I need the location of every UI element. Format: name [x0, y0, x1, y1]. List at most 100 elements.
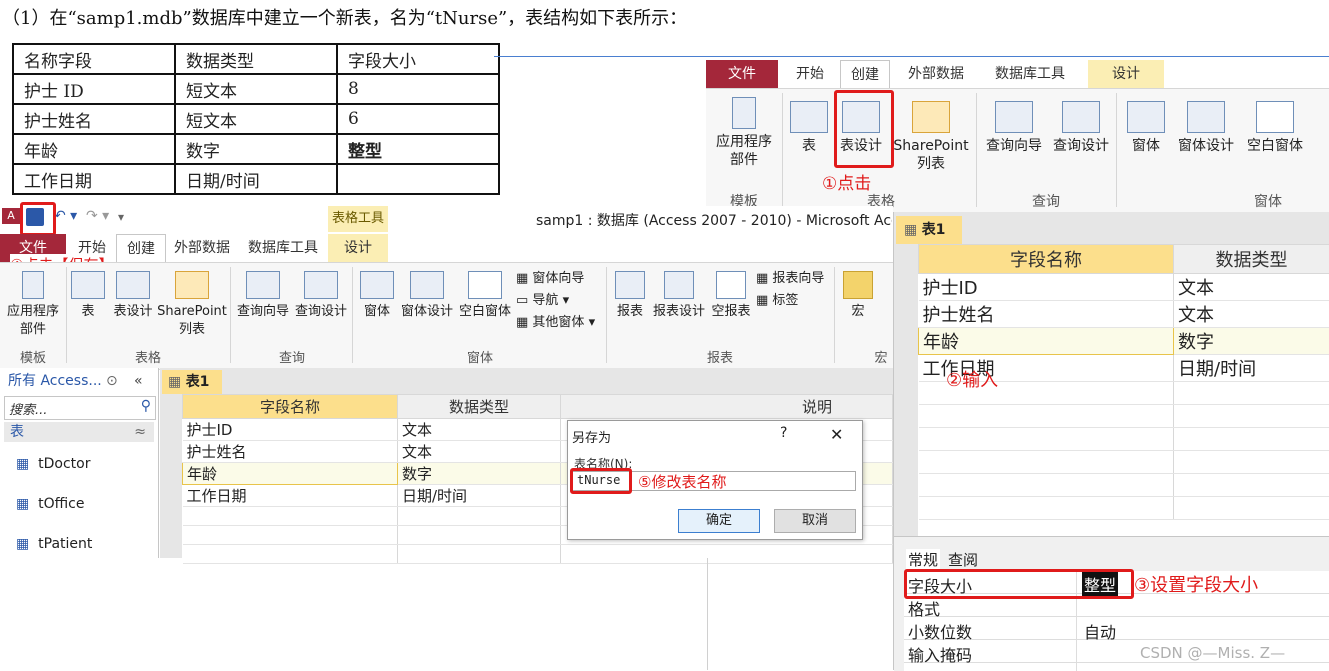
nav-section-tables[interactable]: 表 ≈	[4, 422, 154, 442]
table-row[interactable]	[919, 405, 1329, 428]
table-row[interactable]	[919, 451, 1329, 474]
table-row[interactable]: 年龄数字	[919, 328, 1329, 355]
field-name-cell[interactable]: 工作日期	[183, 485, 398, 507]
report-wizard-button[interactable]: ▦ 报表向导	[756, 267, 824, 286]
data-type-cell[interactable]	[1174, 451, 1329, 474]
collapse-section-icon[interactable]: ≈	[134, 422, 146, 442]
table-row[interactable]: 护士姓名文本	[919, 301, 1329, 328]
redo-icon[interactable]: ↷ ▾	[86, 208, 109, 224]
other-forms-button[interactable]: ▦ 其他窗体 ▾	[516, 311, 595, 330]
nav-search-box[interactable]: 搜索... ⚲	[4, 396, 156, 420]
table-row[interactable]	[183, 545, 893, 564]
tab-external-data[interactable]: 外部数据	[898, 60, 974, 88]
table-row[interactable]	[919, 474, 1329, 497]
field-name-cell[interactable]	[919, 428, 1174, 451]
search-icon[interactable]: ⚲	[141, 398, 151, 414]
field-name-cell[interactable]	[183, 545, 398, 564]
property-row[interactable]: 小数位数 自动	[904, 617, 1329, 640]
form-design-button[interactable]: 窗体设计	[1174, 101, 1238, 155]
description-cell[interactable]	[561, 545, 893, 564]
data-type-cell[interactable]: 日期/时间	[1174, 355, 1329, 382]
field-name-cell[interactable]	[919, 451, 1174, 474]
data-type-cell[interactable]	[1174, 382, 1329, 405]
undo-icon[interactable]: ↶ ▾	[54, 208, 77, 224]
data-type-cell[interactable]	[1174, 474, 1329, 497]
nav-item-tdoctor[interactable]: ▦ tDoctor	[16, 456, 90, 472]
table-button[interactable]: 表	[788, 101, 830, 155]
blank-form-button[interactable]: 空白窗体	[456, 271, 514, 321]
field-name-cell[interactable]	[183, 526, 398, 545]
blank-report-button[interactable]: 空报表	[708, 271, 754, 321]
data-type-cell[interactable]	[1174, 497, 1329, 520]
help-icon[interactable]: ?	[780, 425, 787, 441]
tab-file[interactable]: 文件	[706, 60, 778, 88]
field-name-cell[interactable]: 年龄	[919, 328, 1174, 355]
nav-pane-header[interactable]: 所有 Access... ⊙ «	[0, 368, 158, 394]
tab-lookup[interactable]: 查阅	[948, 549, 978, 570]
field-name-cell[interactable]	[919, 474, 1174, 497]
field-name-cell[interactable]: 年龄	[183, 463, 398, 485]
sharepoint-list-button[interactable]: SharePoint 列表	[888, 101, 974, 173]
field-name-cell[interactable]: 护士姓名	[183, 441, 398, 463]
form-design-button[interactable]: 窗体设计	[398, 271, 456, 321]
ok-button[interactable]: 确定	[678, 509, 760, 533]
field-name-cell[interactable]	[183, 507, 398, 526]
data-type-cell[interactable]	[1174, 428, 1329, 451]
tab-database-tools[interactable]: 数据库工具	[985, 60, 1075, 88]
query-design-button[interactable]: 查询设计	[292, 271, 350, 321]
data-type-cell[interactable]: 日期/时间	[398, 485, 561, 507]
query-wizard-button[interactable]: 查询向导	[982, 101, 1046, 155]
tab-create[interactable]: 创建	[116, 234, 166, 263]
tab-database-tools[interactable]: 数据库工具	[238, 234, 328, 262]
doc-tab-table1[interactable]: ▦ 表1	[896, 216, 962, 244]
field-name-cell[interactable]	[919, 497, 1174, 520]
report-button[interactable]: 报表	[612, 271, 648, 321]
tab-general[interactable]: 常规	[906, 549, 940, 570]
form-button[interactable]: 窗体	[358, 271, 396, 321]
form-button[interactable]: 窗体	[1124, 101, 1168, 155]
tab-home[interactable]: 开始	[786, 60, 834, 88]
tab-external-data[interactable]: 外部数据	[164, 234, 240, 262]
data-type-cell[interactable]: 文本	[398, 441, 561, 463]
field-name-cell[interactable]: 护士ID	[919, 274, 1174, 301]
query-design-button[interactable]: 查询设计	[1048, 101, 1114, 155]
label-button[interactable]: ▦ 标签	[756, 289, 798, 308]
close-icon[interactable]: ✕	[830, 425, 843, 444]
sharepoint-list-button[interactable]: SharePoint 列表	[156, 271, 228, 339]
doc-tab-table1[interactable]: ▦ 表1	[162, 370, 222, 394]
field-name-cell[interactable]: 护士ID	[183, 419, 398, 441]
navigation-button[interactable]: ▭ 导航 ▾	[516, 289, 569, 308]
macro-button[interactable]: 宏	[840, 271, 876, 321]
data-type-cell[interactable]	[398, 545, 561, 564]
customize-qat-icon[interactable]: ▾	[118, 210, 124, 224]
data-type-cell[interactable]: 数字	[1174, 328, 1329, 355]
tab-create[interactable]: 创建	[840, 60, 890, 89]
data-type-cell[interactable]	[1174, 405, 1329, 428]
data-type-cell[interactable]	[398, 526, 561, 545]
data-type-cell[interactable]: 文本	[1174, 274, 1329, 301]
app-parts-button[interactable]: 应用程序 部件	[708, 97, 780, 169]
field-name-cell[interactable]: 护士姓名	[919, 301, 1174, 328]
table-design-button[interactable]: 表设计	[108, 271, 158, 321]
query-wizard-button[interactable]: 查询向导	[234, 271, 292, 321]
app-parts-button[interactable]: 应用程序 部件	[2, 271, 64, 339]
data-type-cell[interactable]: 数字	[398, 463, 561, 485]
tab-design[interactable]: 设计	[328, 234, 388, 262]
data-type-cell[interactable]: 文本	[398, 419, 561, 441]
blank-form-button[interactable]: 空白窗体	[1242, 101, 1308, 155]
data-type-cell[interactable]	[398, 507, 561, 526]
table-row[interactable]: 护士ID文本	[919, 274, 1329, 301]
table-row[interactable]	[919, 497, 1329, 520]
chevron-down-icon[interactable]: ⊙	[106, 368, 118, 394]
tab-design[interactable]: 设计	[1088, 60, 1164, 88]
data-type-cell[interactable]: 文本	[1174, 301, 1329, 328]
field-name-cell[interactable]	[919, 405, 1174, 428]
nav-item-tpatient[interactable]: ▦ tPatient	[16, 536, 92, 552]
collapse-icon[interactable]: «	[134, 368, 143, 394]
cancel-button[interactable]: 取消	[774, 509, 856, 533]
table-row[interactable]	[919, 428, 1329, 451]
report-design-button[interactable]: 报表设计	[650, 271, 708, 321]
form-wizard-button[interactable]: ▦ 窗体向导	[516, 267, 584, 286]
table-button[interactable]: 表	[70, 271, 106, 321]
nav-item-toffice[interactable]: ▦ tOffice	[16, 496, 85, 512]
